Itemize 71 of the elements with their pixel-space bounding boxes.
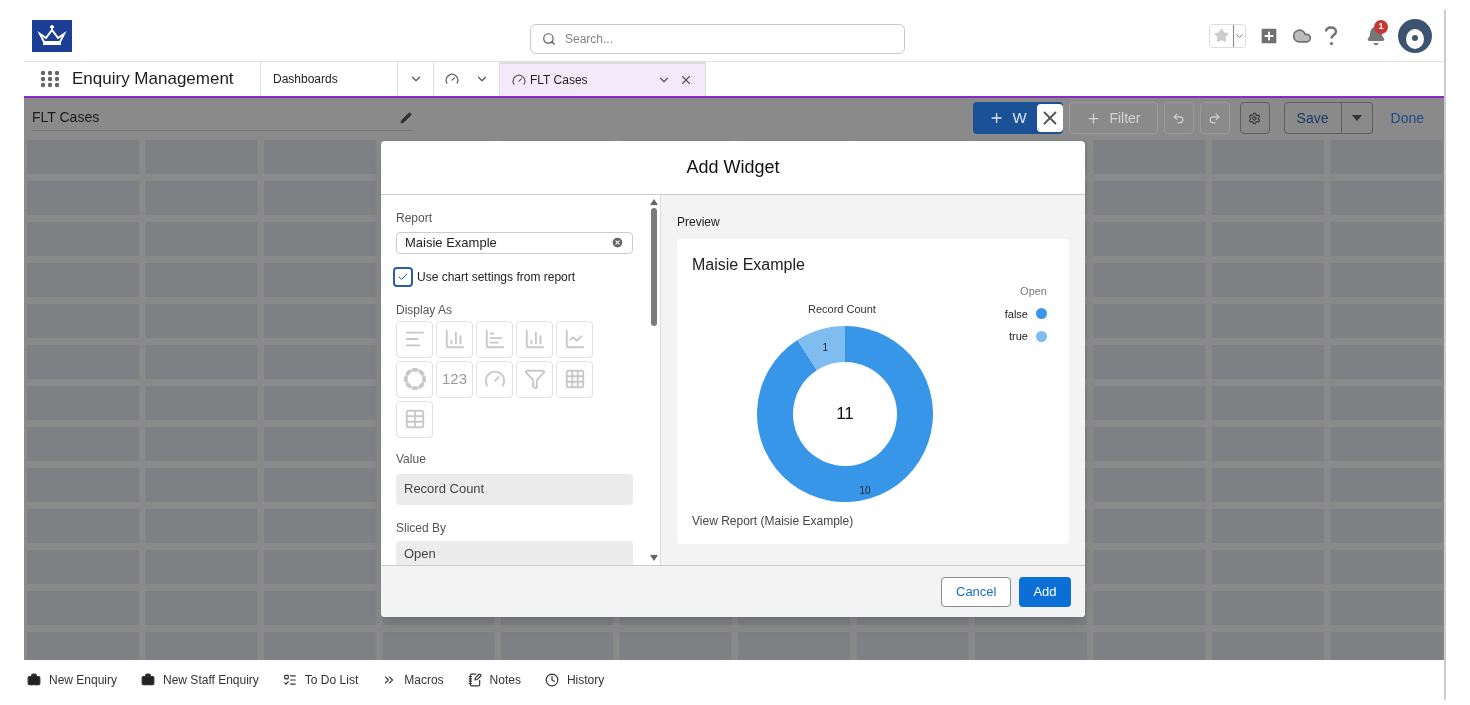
caret-icon <box>1351 115 1362 121</box>
utility-bar-item[interactable]: To Do List <box>282 671 359 689</box>
briefcase-icon <box>27 673 41 687</box>
clear-icon[interactable] <box>611 236 624 250</box>
notes-icon <box>467 673 482 687</box>
notification-badge: 1 <box>1374 19 1388 34</box>
star-icon <box>1214 28 1229 43</box>
funnel-chart-icon <box>523 368 546 390</box>
settings-button[interactable] <box>1239 102 1270 134</box>
donut-chart-icon <box>403 368 426 390</box>
slice-value-label: 1 <box>822 341 829 353</box>
slice-value-label: 10 <box>859 484 871 496</box>
field-label: Value <box>396 450 427 468</box>
table-icon <box>403 408 426 430</box>
utility-bar-item[interactable]: New Staff Enquiry <box>141 671 259 689</box>
close-button[interactable] <box>1036 104 1064 132</box>
view-report-link[interactable]: View Report (Maisie Example) <box>692 512 1054 530</box>
crown-logo <box>32 19 72 52</box>
legend-label: true <box>1009 329 1028 344</box>
tab-label: FLT Cases <box>530 72 588 89</box>
value-field[interactable]: Record Count <box>396 473 633 505</box>
stacked-column-chart-icon <box>523 328 546 350</box>
field-label: Display As <box>396 301 454 319</box>
gauge-icon <box>512 73 526 87</box>
plus-icon <box>1086 110 1102 126</box>
favorites-button[interactable] <box>1209 23 1246 48</box>
dashboard-title: FLT Cases <box>32 108 100 127</box>
search-icon <box>542 32 556 46</box>
gear-icon <box>1248 111 1262 125</box>
stacked-bar-chart-icon <box>483 328 506 350</box>
column-chart-icon <box>443 328 466 350</box>
legend-label: false <box>1004 306 1028 322</box>
preview-label: Preview <box>677 215 720 229</box>
caret-icon <box>1233 24 1245 47</box>
line-chart-icon <box>563 328 586 350</box>
report-field[interactable]: Maisie Example <box>396 232 633 254</box>
search-field[interactable]: Search... <box>530 24 905 54</box>
help-icon[interactable] <box>1324 25 1338 46</box>
scroll-up-icon[interactable] <box>650 199 658 205</box>
save-menu-button[interactable] <box>1341 102 1373 134</box>
add-button[interactable]: Add <box>1019 576 1071 607</box>
field-label: Report <box>396 210 434 227</box>
field-label: Sliced By <box>396 519 448 537</box>
legend-title: Open <box>1020 284 1047 299</box>
add-widget-button[interactable]: W <box>973 102 1064 134</box>
utility-bar-item[interactable]: Notes <box>467 671 521 689</box>
utility-bar-item[interactable]: History <box>544 671 605 689</box>
modal-title: Add Widget <box>686 156 780 179</box>
cancel-button[interactable]: Cancel <box>941 576 1011 607</box>
checkbox[interactable] <box>393 266 413 287</box>
redo-icon <box>1208 111 1222 125</box>
utility-bar-item[interactable]: New Enquiry <box>27 671 118 689</box>
app-name: Enquiry Management <box>72 68 234 91</box>
undo-icon <box>1172 111 1186 125</box>
avatar-icon[interactable] <box>1398 18 1432 53</box>
chart-title: Record Count <box>808 302 876 317</box>
close-icon[interactable] <box>679 73 693 87</box>
checkbox-label: Use chart settings from report <box>417 268 576 286</box>
briefcase-icon <box>141 673 156 687</box>
total-value: 11 <box>836 402 854 425</box>
nav-tab[interactable]: FLT Cases <box>500 62 706 96</box>
edit-icon[interactable] <box>400 111 412 124</box>
app-launcher-icon[interactable] <box>40 70 60 88</box>
utility-bar-item[interactable]: Macros <box>382 671 444 689</box>
sliced-by-field[interactable]: Open <box>396 540 633 565</box>
scroll-down-icon[interactable] <box>650 555 658 561</box>
checklist-icon <box>282 673 297 687</box>
gauge-icon <box>444 72 459 86</box>
clock-icon <box>544 673 559 687</box>
plus-icon <box>989 110 1005 126</box>
card-title: Maisie Example <box>692 255 806 275</box>
